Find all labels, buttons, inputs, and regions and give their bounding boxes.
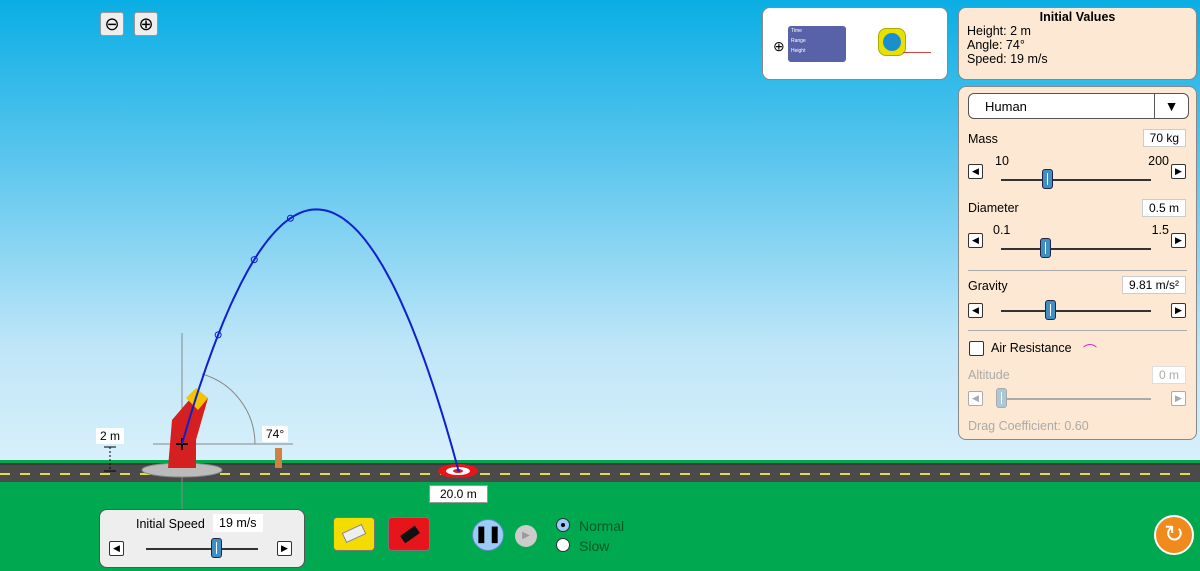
angle-arc <box>201 373 256 445</box>
slow-label: Slow <box>579 538 610 554</box>
mass-min: 10 <box>995 154 1009 168</box>
initial-speed-label: Initial Speed <box>136 517 205 531</box>
air-resistance-icon: ⌒ <box>1083 343 1097 359</box>
tape-measure-icon[interactable] <box>878 28 906 56</box>
gravity-slider-thumb[interactable] <box>1045 300 1056 320</box>
diameter-decrease-button[interactable]: ◀ <box>968 233 983 248</box>
height-label: 2 m <box>96 428 125 444</box>
diameter-min: 0.1 <box>993 223 1011 237</box>
eraser-icon <box>341 523 367 544</box>
tools-panel: ⊕ Time Range Height <box>762 7 948 80</box>
initial-height: Height: 2 m <box>967 24 1031 38</box>
diameter-slider-thumb[interactable] <box>1040 238 1051 258</box>
mass-label: Mass <box>968 132 998 146</box>
controls-panel: Human ▼ Mass 70 kg 10 200 ◀ ▶ Diameter 0.… <box>958 86 1197 440</box>
mass-max: 200 <box>1148 154 1169 168</box>
human-figure-icon <box>275 448 282 468</box>
mass-increase-button[interactable]: ▶ <box>1171 164 1186 179</box>
gravity-increase-button[interactable]: ▶ <box>1171 303 1186 318</box>
initial-speed: Speed: 19 m/s <box>967 52 1048 66</box>
altitude-value: 0 m <box>1151 366 1186 384</box>
diameter-value[interactable]: 0.5 m <box>1141 199 1186 217</box>
mass-slider-thumb[interactable] <box>1042 169 1053 189</box>
air-resistance-label: Air Resistance <box>991 341 1072 355</box>
altitude-slider-track <box>1001 398 1151 400</box>
diameter-increase-button[interactable]: ▶ <box>1171 233 1186 248</box>
cannon-fire-icon <box>400 525 420 544</box>
altitude-slider-thumb <box>996 388 1007 408</box>
reset-button[interactable]: ↻ <box>1154 515 1194 555</box>
diameter-slider-track[interactable] <box>1001 248 1151 250</box>
initial-angle: Angle: 74° <box>967 38 1025 52</box>
angle-label: 74° <box>262 426 289 442</box>
trajectory-path <box>181 208 460 472</box>
crosshair-icon[interactable]: ⊕ <box>773 38 785 55</box>
speed-decrease-button[interactable]: ◀ <box>109 541 124 556</box>
air-resistance-checkbox[interactable] <box>969 341 984 356</box>
mass-decrease-button[interactable]: ◀ <box>968 164 983 179</box>
altitude-label: Altitude <box>968 368 1010 382</box>
normal-radio[interactable] <box>556 518 570 532</box>
fire-button[interactable] <box>388 517 430 551</box>
altitude-increase-button: ▶ <box>1171 391 1186 406</box>
diameter-label: Diameter <box>968 201 1019 215</box>
mass-slider-track[interactable] <box>1001 179 1151 181</box>
normal-label: Normal <box>579 518 625 534</box>
drag-coefficient-label: Drag Coefficient: 0.60 <box>968 419 1089 433</box>
initial-values-panel: Initial Values Height: 2 m Angle: 74° Sp… <box>958 7 1197 80</box>
diameter-max: 1.5 <box>1151 223 1169 237</box>
initial-speed-panel: Initial Speed 19 m/s ◀ ▶ <box>99 509 305 568</box>
speed-slider-track[interactable] <box>146 548 258 550</box>
speed-increase-button[interactable]: ▶ <box>277 541 292 556</box>
range-label: 20.0 m <box>429 485 488 503</box>
speed-slider-thumb[interactable] <box>211 538 222 558</box>
data-probe[interactable]: Time Range Height <box>788 26 846 62</box>
mass-value[interactable]: 70 kg <box>1142 129 1186 147</box>
eraser-button[interactable] <box>333 517 375 551</box>
slow-radio[interactable] <box>556 538 570 552</box>
projectile-select[interactable]: Human ▼ <box>968 93 1189 119</box>
gravity-label: Gravity <box>968 279 1008 293</box>
gravity-value[interactable]: 9.81 m/s² <box>1121 276 1186 294</box>
pause-button[interactable]: ❚❚ <box>472 519 504 551</box>
initial-values-title: Initial Values <box>1039 10 1116 24</box>
gravity-decrease-button[interactable]: ◀ <box>968 303 983 318</box>
gravity-slider-track[interactable] <box>1001 310 1151 312</box>
initial-speed-value[interactable]: 19 m/s <box>213 514 263 532</box>
step-button[interactable]: ▶ <box>515 525 537 547</box>
dropdown-arrow-icon: ▼ <box>1154 94 1188 118</box>
altitude-decrease-button: ◀ <box>968 391 983 406</box>
